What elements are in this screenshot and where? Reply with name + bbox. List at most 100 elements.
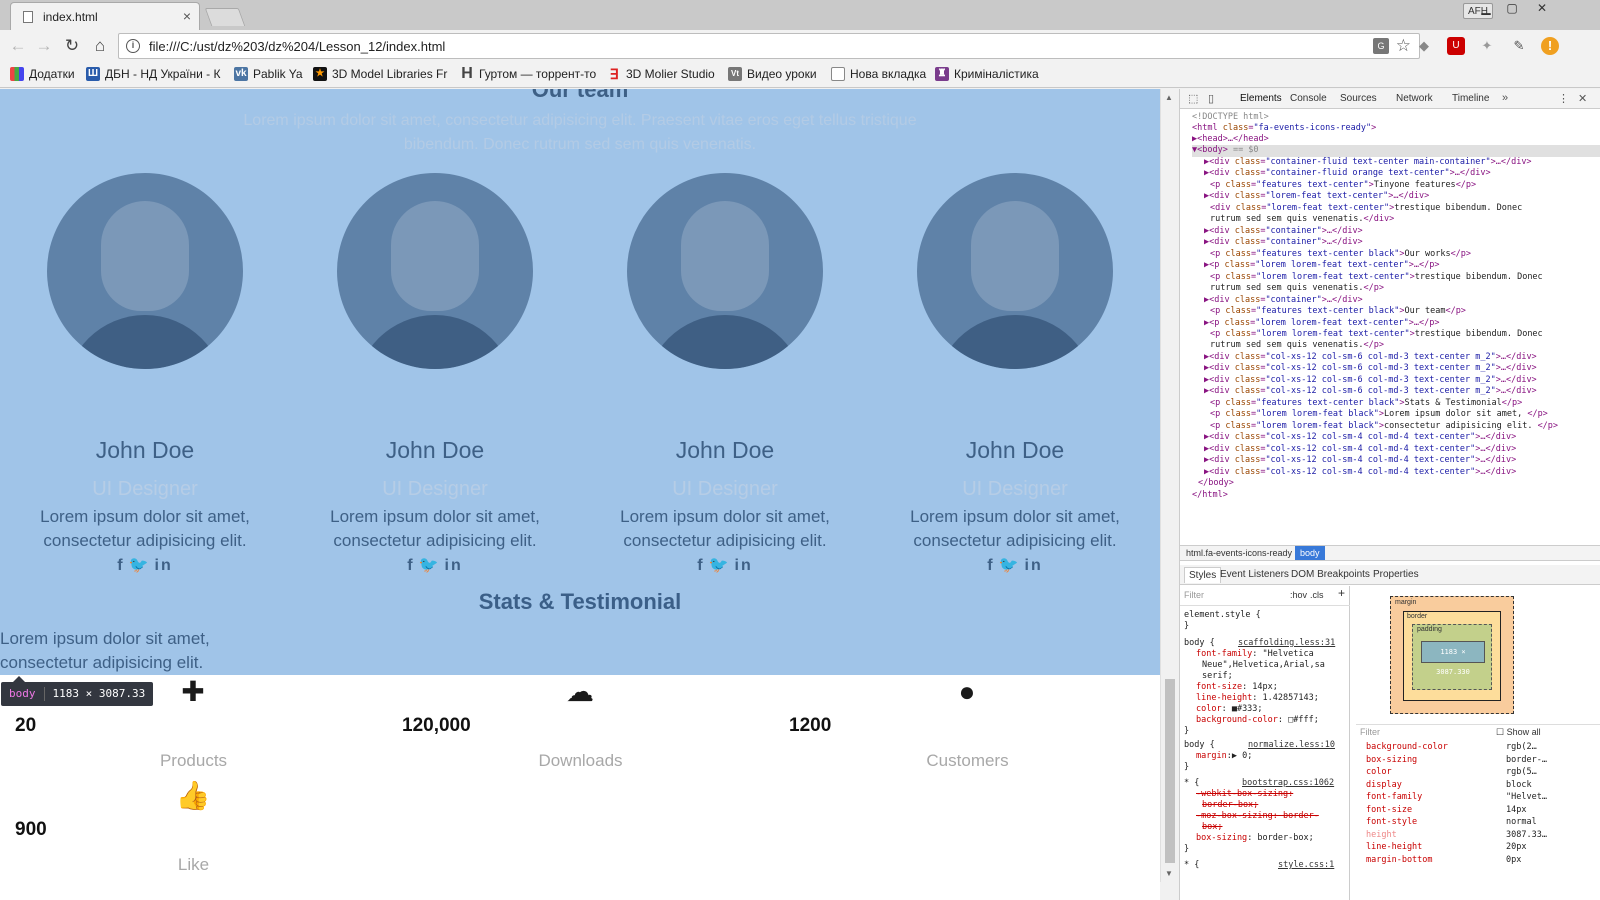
computed-row[interactable]: color rgb(5… [1356,766,1600,779]
social-links: f 🐦 in [580,555,870,575]
tab-network[interactable]: Network [1396,93,1433,104]
stat-label: Customers [926,751,1009,770]
computed-row[interactable]: font-family "Helvet… [1356,791,1600,804]
info-icon[interactable]: i [126,39,140,53]
twitter-icon[interactable]: 🐦 [129,555,151,575]
stat-number: 120,000 [402,715,471,736]
bookmark-video[interactable]: Vt Видео уроки [728,67,817,81]
scroll-up-icon[interactable]: ▲ [1165,93,1173,102]
stat-label: Like [177,855,210,874]
avatar [337,173,533,369]
subtab-dom-breakpoints[interactable]: DOM Breakpoints [1291,569,1370,580]
address-bar[interactable]: i file:///C:/ust/dz%203/dz%204/Lesson_12… [118,33,1420,59]
subtab-styles[interactable]: Styles [1184,567,1222,583]
team-title: Our team [531,89,629,102]
facebook-icon[interactable]: f [407,557,414,575]
kebab-menu-icon[interactable]: ⋮ [1558,92,1569,105]
computed-row[interactable]: margin-bottom 0px [1356,854,1600,867]
cls-toggle[interactable]: .cls [1310,590,1324,601]
bookmark-newtab[interactable]: Нова вкладка [831,67,926,81]
ublock-icon[interactable]: U [1447,37,1465,55]
page-viewport[interactable]: Our team Lorem ipsum dolor sit amet, con… [0,89,1160,900]
add-rule-icon[interactable]: + [1338,587,1345,599]
window-close-icon[interactable]: ✕ [1530,0,1554,18]
translate-icon[interactable]: G [1373,38,1389,54]
bookmark-apps[interactable]: Додатки [10,67,75,81]
url-text[interactable]: file:///C:/ust/dz%203/dz%204/Lesson_12/i… [149,39,445,54]
bookmark-pablik[interactable]: vk Pablik Ya [234,67,303,81]
computed-row[interactable]: display block [1356,779,1600,792]
styles-filter[interactable]: Filter :hov .cls + [1180,586,1350,606]
tab-sources[interactable]: Sources [1340,93,1377,104]
computed-filter[interactable]: Filter ☐ Show all [1356,724,1600,738]
more-tabs-icon[interactable]: » [1502,92,1508,104]
breadcrumb-html[interactable]: html.fa-events-icons-ready [1186,548,1292,558]
hov-toggle[interactable]: :hov [1290,590,1307,601]
computed-row[interactable]: line-height 20px [1356,841,1600,854]
show-all-checkbox[interactable]: ☐ Show all [1496,727,1541,738]
subtab-properties[interactable]: Properties [1373,569,1419,580]
reload-icon[interactable]: ↻ [62,36,82,56]
maximize-icon[interactable]: ▢ [1500,0,1524,18]
dropbox-icon[interactable]: ◆ [1415,37,1433,55]
styles-pane[interactable]: Filter :hov .cls + element.style { } bod… [1180,586,1350,900]
tab-close-icon[interactable]: × [183,8,191,24]
tab-timeline[interactable]: Timeline [1452,93,1489,104]
breadcrumb-body[interactable]: body [1295,546,1325,560]
computed-row[interactable]: font-size 14px [1356,804,1600,817]
extension-icon[interactable]: ✦ [1478,37,1496,55]
inspect-icon[interactable]: ⬚ [1188,92,1198,105]
bookmark-star-icon[interactable]: ☆ [1396,36,1411,56]
update-alert-icon[interactable]: ! [1541,37,1559,55]
bookmark-3dmodel[interactable]: ★ 3D Model Libraries Fr [313,67,447,81]
member-name: John Doe [675,437,775,463]
bookmark-label: Криміналістика [954,67,1039,81]
dom-tree[interactable]: <!DOCTYPE html> <html class="fa-events-i… [1180,110,1600,550]
devtools-panel: ⬚ ▯ Elements Console Sources Network Tim… [1179,89,1600,900]
stats-title: Stats & Testimonial [478,589,682,614]
device-toggle-icon[interactable]: ▯ [1208,92,1214,105]
scroll-down-icon[interactable]: ▼ [1165,869,1173,878]
subtab-event-listeners[interactable]: Event Listeners [1220,569,1289,580]
member-desc: Lorem ipsum dolor sit amet, consectetur … [330,507,540,550]
bookmark-dbn[interactable]: Ш ДБН - НД України - К [86,67,220,81]
twitter-icon[interactable]: 🐦 [419,555,441,575]
box-model-content: 1183 × 3087.330 [1421,641,1485,676]
back-icon[interactable]: ← [8,36,28,56]
computed-row[interactable]: height 3087.33… [1356,829,1600,842]
social-links: f 🐦 in [870,555,1160,575]
page-icon [23,11,33,23]
facebook-icon[interactable]: f [987,557,994,575]
linkedin-icon[interactable]: in [155,557,173,575]
linkedin-icon[interactable]: in [445,557,463,575]
facebook-icon[interactable]: f [697,557,704,575]
linkedin-icon[interactable]: in [1025,557,1043,575]
scrollbar-thumb[interactable] [1165,679,1175,863]
linkedin-icon[interactable]: in [735,557,753,575]
browser-tab[interactable]: index.html × [10,2,200,30]
forward-icon[interactable]: → [34,36,54,56]
bookmark-hurtom[interactable]: H Гуртом — торрент-то [460,66,596,82]
facebook-icon[interactable]: f [117,557,124,575]
social-links: f 🐦 in [290,555,580,575]
minimize-icon[interactable]: ▁ [1474,0,1498,18]
tab-console[interactable]: Console [1290,93,1327,104]
twitter-icon[interactable]: 🐦 [999,555,1021,575]
member-name: John Doe [95,437,195,463]
member-desc: Lorem ipsum dolor sit amet, consectetur … [40,507,250,550]
eyedropper-icon[interactable]: ✎ [1510,37,1528,55]
new-tab-button[interactable] [204,8,246,26]
page-icon [831,67,845,81]
member-role: UI Designer [382,478,488,500]
bookmark-criminal[interactable]: ♜ Криміналістика [935,67,1039,81]
twitter-icon[interactable]: 🐦 [709,555,731,575]
close-devtools-icon[interactable]: ✕ [1578,92,1587,105]
computed-pane[interactable]: margin border padding 1183 × 3087.330 Fi… [1356,586,1600,900]
tab-elements[interactable]: Elements [1240,93,1282,104]
computed-row[interactable]: background-color rgb(2… [1356,741,1600,754]
computed-row[interactable]: box-sizing border-… [1356,754,1600,767]
page-scrollbar[interactable]: ▲ ▼ [1160,89,1178,882]
computed-row[interactable]: font-style normal [1356,816,1600,829]
home-icon[interactable]: ⌂ [90,36,110,56]
bookmark-molier[interactable]: ∃ 3D Molier Studio [607,67,715,81]
